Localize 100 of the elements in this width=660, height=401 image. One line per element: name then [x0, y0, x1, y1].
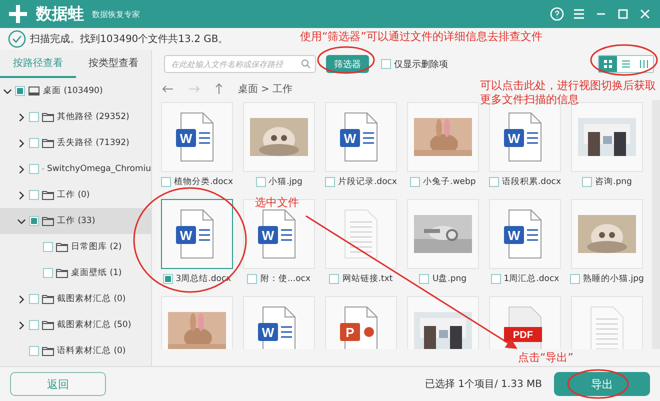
checkbox-label: 仅显示删除项	[394, 58, 448, 70]
chevron-right-icon[interactable]	[17, 138, 26, 148]
tree-label: 丢失路径 (71392)	[57, 137, 130, 149]
check-circle-icon	[8, 30, 26, 48]
checkbox[interactable]	[381, 59, 391, 69]
menu-icon[interactable]	[572, 7, 586, 21]
file-card[interactable]: P	[325, 296, 397, 349]
chevron-right-icon[interactable]	[17, 112, 26, 122]
tree-label: 桌面壁纸 (1)	[71, 267, 122, 279]
checkbox[interactable]	[29, 112, 39, 122]
filter-button[interactable]: 筛选器	[326, 55, 369, 73]
export-button[interactable]: 导出	[554, 372, 650, 396]
file-card[interactable]: W	[243, 296, 315, 349]
checkbox[interactable]	[29, 164, 39, 174]
file-card[interactable]: W	[489, 199, 561, 269]
checkbox[interactable]	[162, 274, 173, 284]
tree-item[interactable]: 桌面壁纸 (1)	[0, 260, 151, 286]
app-name: 数据蛙	[36, 4, 84, 24]
selection-summary: 已选择 1个项目/ 1.33 MB	[424, 378, 542, 391]
chevron-down-icon[interactable]	[17, 216, 26, 226]
tree-label: SwitchyOmega_Chromiu	[46, 164, 151, 174]
checkbox[interactable]	[43, 268, 53, 278]
file-card[interactable]: W	[161, 199, 233, 269]
checkbox[interactable]	[256, 177, 266, 187]
maximize-icon[interactable]	[616, 7, 630, 21]
annotation-ellipse	[567, 369, 629, 399]
checkbox[interactable]	[488, 177, 499, 187]
file-name: 植物分类.docx	[174, 176, 233, 188]
file-name: 1周汇总.docx	[504, 273, 560, 285]
tree-label: 日常图库 (2)	[71, 241, 122, 253]
tree-item[interactable]: 桌面 (103490)	[0, 78, 151, 104]
grid-view-button[interactable]	[599, 56, 617, 72]
file-card[interactable]: W	[161, 102, 233, 172]
columns-view-button[interactable]	[635, 56, 653, 72]
tree-item[interactable]: 日常图库 (2)	[0, 234, 151, 260]
tree-label: 语料素材汇总 (0)	[57, 345, 126, 357]
tree-item[interactable]: 其他路径 (29352)	[0, 104, 151, 130]
file-card[interactable]	[407, 296, 479, 349]
checkbox[interactable]	[490, 274, 501, 284]
checkbox[interactable]	[43, 242, 53, 252]
tree-item[interactable]: 截图素材汇总 (50)	[0, 312, 151, 338]
chevron-down-icon[interactable]	[3, 86, 12, 96]
tree-item[interactable]: 语料素材汇总 (0)	[0, 338, 151, 364]
checkbox[interactable]	[419, 274, 430, 284]
file-card[interactable]: PDF	[489, 296, 561, 349]
scan-status: 扫描完成。找到103490个文件共13.2 GB。	[30, 32, 228, 46]
chevron-right-icon[interactable]	[17, 294, 26, 304]
annotation-ellipse	[590, 44, 658, 76]
file-name: 熟睡的小猫.jpg	[583, 273, 644, 285]
list-icon	[620, 58, 632, 70]
help-icon[interactable]	[550, 7, 564, 21]
view-tab[interactable]: 按类型查看	[76, 50, 151, 78]
tree-item[interactable]: 丢失路径 (71392)	[0, 130, 151, 156]
checkbox[interactable]	[29, 294, 39, 304]
tree-item[interactable]: 截图素材汇总 (0)	[0, 286, 151, 312]
checkbox[interactable]	[29, 190, 39, 200]
tree-label: 截图素材汇总 (50)	[57, 319, 132, 331]
back-arrow-icon[interactable]	[162, 84, 174, 94]
up-arrow-icon[interactable]	[214, 83, 224, 95]
tree-item[interactable]: 工作 (33)	[0, 208, 151, 234]
search-field[interactable]: 在此处输入文件名称或保存路径	[164, 55, 316, 73]
tree-item[interactable]: 工作 (0)	[0, 182, 151, 208]
checkbox[interactable]	[570, 274, 580, 284]
checkbox[interactable]	[29, 216, 39, 226]
checkbox[interactable]	[15, 86, 25, 96]
file-name: 网站链接.txt	[342, 273, 393, 285]
grid-icon	[602, 58, 614, 70]
checkbox[interactable]	[324, 177, 335, 187]
checkbox[interactable]	[247, 274, 258, 284]
back-button[interactable]: 返回	[10, 372, 106, 396]
close-icon[interactable]	[638, 7, 652, 21]
list-view-button[interactable]	[617, 56, 635, 72]
checkbox[interactable]	[329, 274, 340, 284]
checkbox[interactable]	[160, 177, 171, 187]
file-name: U盘.png	[432, 273, 467, 285]
chevron-right-icon[interactable]	[17, 320, 26, 330]
file-name: 语段积累.docx	[502, 176, 561, 188]
breadcrumb: 桌面 > 工作	[238, 82, 293, 96]
annotation-text: 点击“导出”	[518, 351, 574, 365]
checkbox[interactable]	[29, 320, 39, 330]
annotation-ellipse	[317, 46, 375, 74]
checkbox[interactable]	[29, 138, 39, 148]
chevron-right-icon[interactable]	[17, 190, 26, 200]
tree-label: 截图素材汇总 (0)	[57, 293, 126, 305]
file-name: 片段记录.docx	[338, 176, 397, 188]
forward-arrow-icon[interactable]	[188, 84, 200, 94]
file-name: 咨询.png	[595, 176, 632, 188]
checkbox[interactable]	[410, 177, 420, 187]
tree-label: 其他路径 (29352)	[57, 111, 130, 123]
checkbox[interactable]	[29, 346, 39, 356]
checkbox[interactable]	[582, 177, 592, 187]
tree-item[interactable]: SwitchyOmega_Chromiu	[0, 156, 151, 182]
search-icon	[301, 59, 311, 69]
file-card[interactable]: W	[325, 102, 397, 172]
app-subtitle: 数据恢复专家	[92, 8, 140, 20]
annotation-text: 选中文件	[255, 196, 299, 210]
chevron-right-icon[interactable]	[17, 164, 26, 174]
tree-label: 桌面 (103490)	[43, 85, 103, 97]
file-name: 小兔子.webp	[423, 176, 476, 188]
file-name: 小猫.jpg	[268, 176, 302, 188]
